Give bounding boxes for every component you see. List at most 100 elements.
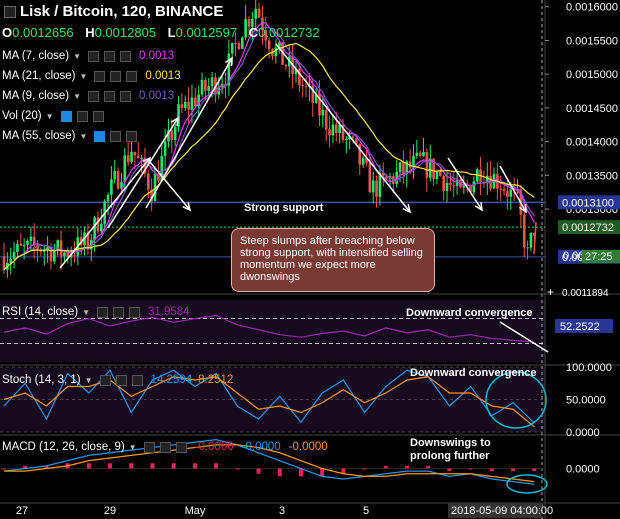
symbol-title: Lisk / Bitcoin, 120, BINANCE xyxy=(20,3,224,20)
chevron-down-icon[interactable]: ▼ xyxy=(73,92,81,101)
eye-icon[interactable] xyxy=(60,110,72,122)
candle-body xyxy=(402,162,405,175)
eye-icon[interactable] xyxy=(99,374,111,386)
open-key: O xyxy=(2,25,13,40)
eye-icon[interactable] xyxy=(96,306,108,318)
candle-body xyxy=(267,40,271,50)
price-tick-label: 0.0014500 xyxy=(566,103,618,115)
candle-body xyxy=(187,101,190,110)
open-value: 0.0012656 xyxy=(12,25,74,40)
macd-hist-bar xyxy=(150,463,155,469)
candle-body xyxy=(449,182,452,186)
chevron-down-icon[interactable]: ▼ xyxy=(85,376,93,385)
chevron-down-icon[interactable]: ▼ xyxy=(80,72,88,81)
candle-body xyxy=(418,152,422,156)
high-key: H xyxy=(85,25,95,40)
candle-body xyxy=(53,250,56,262)
gear-icon[interactable] xyxy=(112,306,124,318)
price-tick-label: 0.0016000 xyxy=(566,2,618,14)
gear-icon[interactable] xyxy=(110,130,122,142)
chevron-down-icon[interactable]: ▼ xyxy=(80,132,88,141)
candle-body xyxy=(106,194,110,202)
candle-body xyxy=(445,182,449,192)
eye-icon[interactable] xyxy=(143,441,155,453)
eye-icon[interactable] xyxy=(94,130,106,142)
legend-ma55[interactable]: MA (55, close) ▼ xyxy=(2,130,138,142)
candle-body xyxy=(439,171,442,176)
gear-icon[interactable] xyxy=(115,374,127,386)
gear-icon[interactable] xyxy=(110,70,122,82)
gear-icon[interactable] xyxy=(104,50,116,62)
close-icon[interactable] xyxy=(120,50,132,62)
legend-macd[interactable]: MACD (12, 26, close, 9) ▼ -0.0000 -0.0000… xyxy=(2,441,328,453)
candle-body xyxy=(100,223,103,232)
macd-hist-bar xyxy=(298,468,303,477)
close-icon[interactable] xyxy=(175,441,187,453)
candle-body xyxy=(170,130,174,140)
legend-ma9[interactable]: MA (9, close) ▼ 0.0013 xyxy=(2,90,174,102)
eye-icon[interactable] xyxy=(88,50,100,62)
macd-hist-bar xyxy=(171,463,176,469)
macd-hist-bar xyxy=(405,465,410,469)
close-icon[interactable] xyxy=(126,70,138,82)
macd-hist-bar xyxy=(277,468,282,477)
candle-body xyxy=(284,64,288,67)
chart-title: Lisk / Bitcoin, 120, BINANCE xyxy=(4,3,223,20)
legend-ma7[interactable]: MA (7, close) ▼ 0.0013 xyxy=(2,50,174,62)
time-axis-label: 27 xyxy=(16,505,28,517)
candle-body xyxy=(123,155,127,183)
ma55-badge: 0.00 xyxy=(563,250,584,262)
candle-body xyxy=(29,236,33,241)
close-icon[interactable] xyxy=(131,374,143,386)
rsi-annotation: Downward convergence xyxy=(406,307,533,319)
candle-body xyxy=(522,214,526,248)
macd-hist-bar xyxy=(383,465,388,469)
candle-body xyxy=(16,243,19,253)
legend-ma21[interactable]: MA (21, close) ▼ 0.0013 xyxy=(2,70,181,82)
price-tick-label: 0.0015500 xyxy=(566,35,618,47)
macd-hist-bar xyxy=(468,468,473,470)
time-axis-label: 29 xyxy=(104,505,116,517)
legend-macd-label: MACD (12, 26, close, 9) xyxy=(2,441,125,453)
breakdown-arrow xyxy=(533,221,537,255)
legend-rsi[interactable]: RSI (14, close) ▼ 31.9584 xyxy=(2,306,190,318)
candle-body xyxy=(140,157,143,159)
chevron-down-icon[interactable]: ▼ xyxy=(82,308,90,317)
candle-body xyxy=(398,162,402,172)
close-icon[interactable] xyxy=(126,130,138,142)
candle-body xyxy=(113,171,117,180)
trend-arrow xyxy=(59,157,151,269)
legend-stoch[interactable]: Stoch (14, 3, 1) ▼ 14.2594 8.2512 xyxy=(2,374,233,386)
gear-icon[interactable] xyxy=(159,441,171,453)
candle-body xyxy=(371,180,375,193)
candle-body xyxy=(254,8,258,19)
chevron-down-icon[interactable]: ▼ xyxy=(129,443,137,452)
close-value: 0.0012732 xyxy=(258,25,320,40)
macd-highlight-circle xyxy=(506,474,548,494)
close-icon[interactable] xyxy=(128,306,140,318)
close-icon[interactable] xyxy=(120,90,132,102)
gear-icon[interactable] xyxy=(76,110,88,122)
candle-body xyxy=(331,124,335,136)
price-tick-label: 0.0015000 xyxy=(566,69,618,81)
candle-body xyxy=(26,240,29,246)
candle-body xyxy=(147,173,150,190)
candle-body xyxy=(425,152,429,178)
chevron-down-icon[interactable]: ▼ xyxy=(73,52,81,61)
chevron-down-icon[interactable]: ▼ xyxy=(46,112,54,121)
legend-vol[interactable]: Vol (20) ▼ xyxy=(2,110,104,122)
symbol-toggle-icon[interactable] xyxy=(4,5,16,18)
macd-hist-bar xyxy=(129,463,134,469)
legend-stoch-label: Stoch (14, 3, 1) xyxy=(2,374,81,386)
close-icon[interactable] xyxy=(92,110,104,122)
candle-body xyxy=(368,163,372,193)
candle-body xyxy=(173,126,177,140)
eye-icon[interactable] xyxy=(88,90,100,102)
eye-icon[interactable] xyxy=(94,70,106,82)
candle-body xyxy=(375,180,378,197)
low-key: L xyxy=(167,25,176,40)
gear-icon[interactable] xyxy=(104,90,116,102)
candle-body xyxy=(200,79,204,95)
candle-body xyxy=(321,109,325,116)
candle-body xyxy=(93,217,96,240)
